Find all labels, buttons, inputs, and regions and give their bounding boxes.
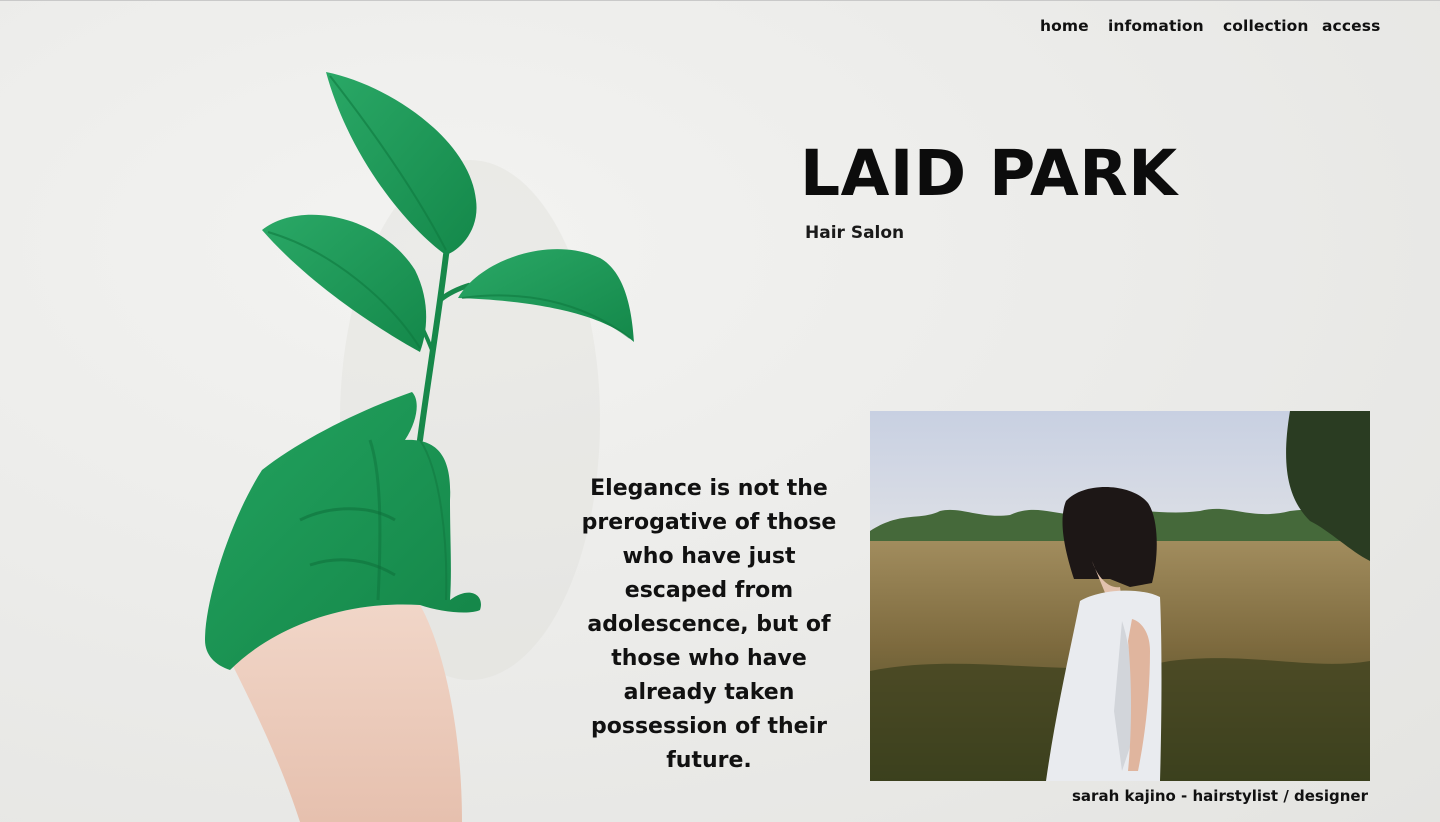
nav-home-link[interactable]: home xyxy=(1040,17,1089,35)
nav-access-link[interactable]: access xyxy=(1322,17,1380,35)
brand-title: LAID PARK xyxy=(800,137,1178,210)
featured-photo xyxy=(870,411,1370,781)
nav-information-link[interactable]: infomation xyxy=(1108,17,1204,35)
nav-collection-link[interactable]: collection xyxy=(1223,17,1309,35)
brand-subtitle: Hair Salon xyxy=(805,223,905,243)
main-nav: home infomation collection access xyxy=(1040,17,1380,39)
photo-caption: sarah kajino - hairstylist / designer xyxy=(1072,787,1368,805)
woman-in-field-photo xyxy=(870,411,1370,781)
quote-text: Elegance is not the prerogative of those… xyxy=(581,476,837,773)
